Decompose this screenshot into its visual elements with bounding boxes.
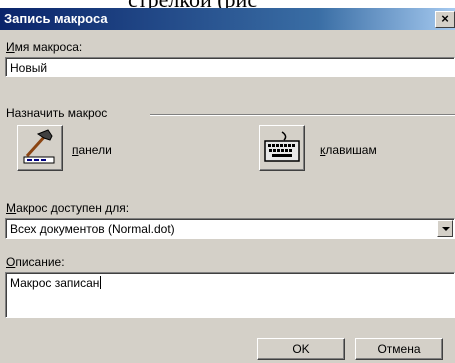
close-icon: × — [441, 11, 449, 26]
clipped-document-text: стрелкой (рис — [0, 0, 455, 8]
assign-toolbar-button[interactable] — [17, 125, 63, 171]
store-macro-dropdown[interactable]: Всех документов (Normal.dot) — [5, 218, 455, 239]
clipped-text: стрелкой (рис — [128, 0, 257, 8]
description-value: Макрос записан — [10, 276, 102, 290]
hammer-icon — [23, 129, 55, 164]
macro-name-label: Имя макроса: — [6, 40, 83, 54]
ok-button[interactable]: OK — [257, 338, 345, 360]
keyboard-label: клавишам — [320, 143, 377, 157]
text-caret — [100, 276, 102, 289]
assign-keyboard-button[interactable] — [259, 125, 305, 171]
group-divider — [150, 114, 455, 116]
description-textarea[interactable]: Макрос записан — [5, 272, 455, 318]
description-label: Описание: — [6, 255, 65, 269]
dialog-title: Запись макроса — [4, 11, 108, 26]
macro-name-value: Новый — [10, 61, 48, 75]
macro-name-input[interactable]: Новый — [5, 57, 455, 77]
assign-macro-group-label: Назначить макрос — [6, 106, 108, 120]
store-macro-selected: Всех документов (Normal.dot) — [10, 222, 175, 236]
toolbar-label: панели — [72, 143, 112, 157]
close-button[interactable]: × — [435, 11, 455, 28]
record-macro-dialog: Запись макроса × Имя макроса: Новый Назн… — [0, 8, 455, 363]
title-bar[interactable]: Запись макроса × — [0, 8, 455, 30]
store-macro-label: Макрос доступен для: — [6, 201, 130, 215]
cancel-button[interactable]: Отмена — [355, 338, 443, 360]
keyboard-icon — [264, 131, 300, 162]
chevron-down-icon[interactable] — [437, 220, 453, 237]
